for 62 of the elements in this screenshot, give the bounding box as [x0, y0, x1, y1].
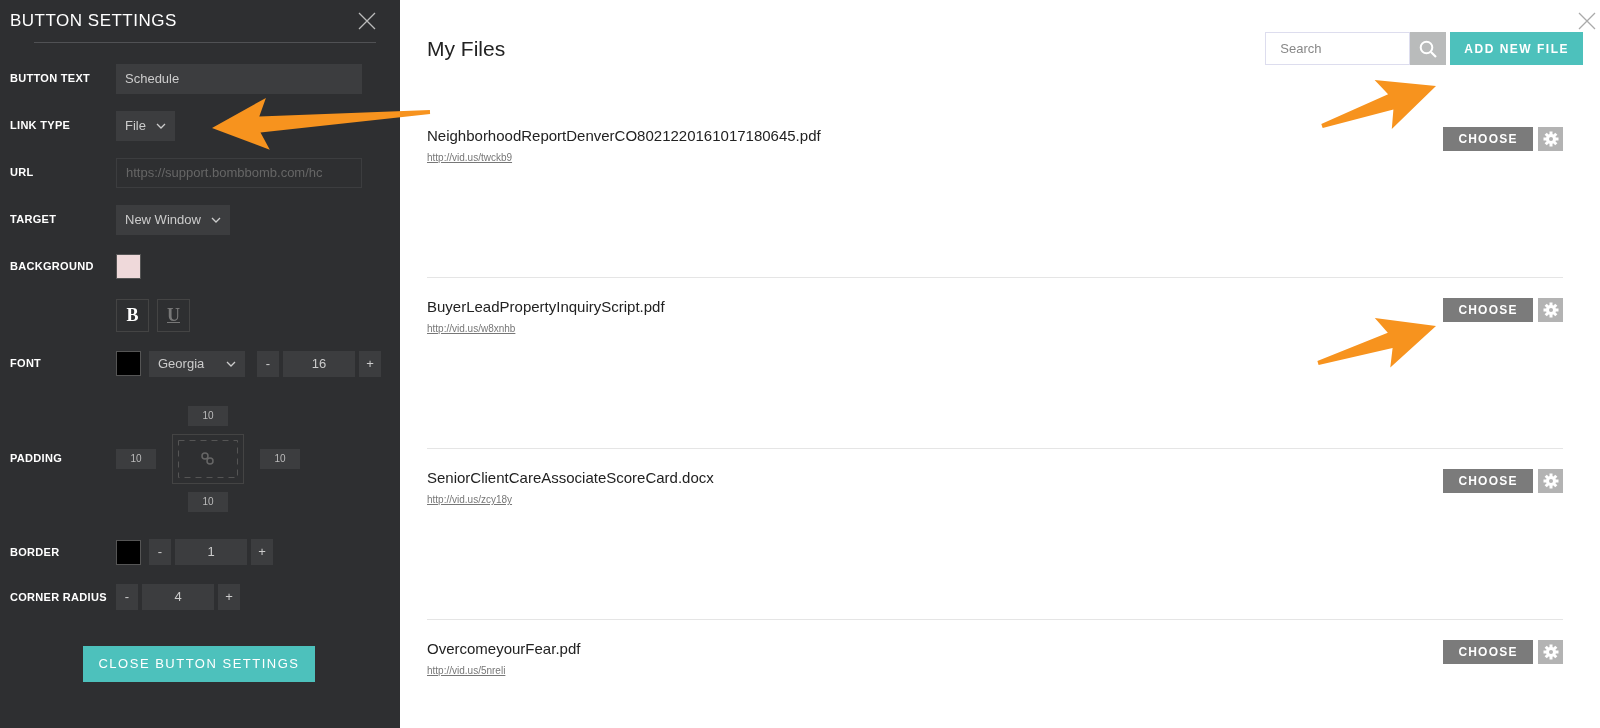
field-label: URL: [10, 165, 35, 181]
color-swatch[interactable]: [116, 254, 141, 279]
file-link[interactable]: http://vid.us/5nreli: [427, 663, 506, 679]
number-field[interactable]: 10: [116, 448, 156, 469]
bold-button[interactable]: B: [116, 298, 149, 332]
file-link[interactable]: http://vid.us/zcy18y: [427, 492, 513, 508]
text-field[interactable]: Schedule: [116, 63, 362, 94]
number-field[interactable]: 1: [175, 539, 247, 565]
field-label: BUTTON TEXT: [10, 71, 92, 87]
field-label: BORDER: [10, 544, 61, 560]
file-link[interactable]: http://vid.us/twckb9: [427, 150, 513, 166]
increment-button[interactable]: +: [251, 539, 273, 565]
field-label: LINK TYPE: [10, 118, 72, 134]
decrement-button[interactable]: -: [149, 539, 171, 565]
file-link[interactable]: http://vid.us/w8xnhb: [427, 321, 516, 337]
file-name: BuyerLeadPropertyInquiryScript.pdf: [427, 298, 665, 316]
settings-icon: [1542, 131, 1559, 147]
increment-button[interactable]: +: [359, 350, 381, 377]
search-icon: [1419, 39, 1438, 58]
choose-button[interactable]: CHOOSE: [1443, 469, 1533, 493]
search-button[interactable]: [1410, 32, 1447, 65]
underline-button[interactable]: U: [157, 298, 190, 332]
field-label: BACKGROUND: [10, 259, 95, 275]
close-icon[interactable]: [358, 12, 376, 30]
decrement-button[interactable]: -: [257, 350, 279, 377]
number-field[interactable]: 10: [260, 448, 300, 469]
caret-icon: [226, 360, 236, 367]
choose-button[interactable]: CHOOSE: [1443, 640, 1533, 664]
number-field[interactable]: 16: [283, 350, 355, 377]
number-field[interactable]: 10: [188, 405, 228, 426]
select-dropdown[interactable]: Georgia: [149, 350, 245, 377]
file-name: NeighborhoodReportDenverCO8021220161017180645.pdf: [427, 127, 821, 145]
search-field[interactable]: Search: [1265, 32, 1411, 65]
settings-button[interactable]: [1538, 127, 1563, 151]
color-swatch[interactable]: [116, 539, 141, 565]
number-field[interactable]: 4: [142, 584, 214, 610]
field-label: FONT: [10, 356, 43, 372]
file-name: SeniorClientCareAssociateScoreCard.docx: [427, 469, 714, 487]
select-dropdown[interactable]: New Window: [116, 204, 230, 235]
file-name: OvercomeyourFear.pdf: [427, 640, 581, 658]
number-field[interactable]: 10: [188, 491, 228, 512]
settings-icon: [1542, 644, 1559, 660]
select-dropdown[interactable]: File: [116, 110, 175, 141]
caret-icon: [155, 122, 166, 129]
choose-button[interactable]: CHOOSE: [1443, 298, 1533, 322]
text-field[interactable]: https://support.bombbomb.com/hc: [116, 157, 362, 188]
increment-button[interactable]: +: [218, 584, 240, 610]
settings-icon: [1542, 473, 1559, 489]
settings-button[interactable]: [1538, 640, 1563, 664]
field-label: PADDING: [10, 451, 63, 467]
page-title: My Files: [427, 35, 506, 62]
field-label: CORNER RADIUS: [10, 589, 108, 605]
color-swatch[interactable]: [116, 351, 141, 376]
caret-icon: [210, 216, 221, 223]
settings-icon: [1542, 302, 1559, 318]
field-label: TARGET: [10, 212, 58, 228]
padding-link-icon[interactable]: [172, 433, 244, 484]
panel-title: BUTTON SETTINGS: [10, 10, 177, 33]
choose-button[interactable]: CHOOSE: [1443, 127, 1533, 151]
settings-button[interactable]: [1538, 298, 1563, 322]
settings-button[interactable]: [1538, 469, 1563, 493]
decrement-button[interactable]: -: [116, 584, 138, 610]
